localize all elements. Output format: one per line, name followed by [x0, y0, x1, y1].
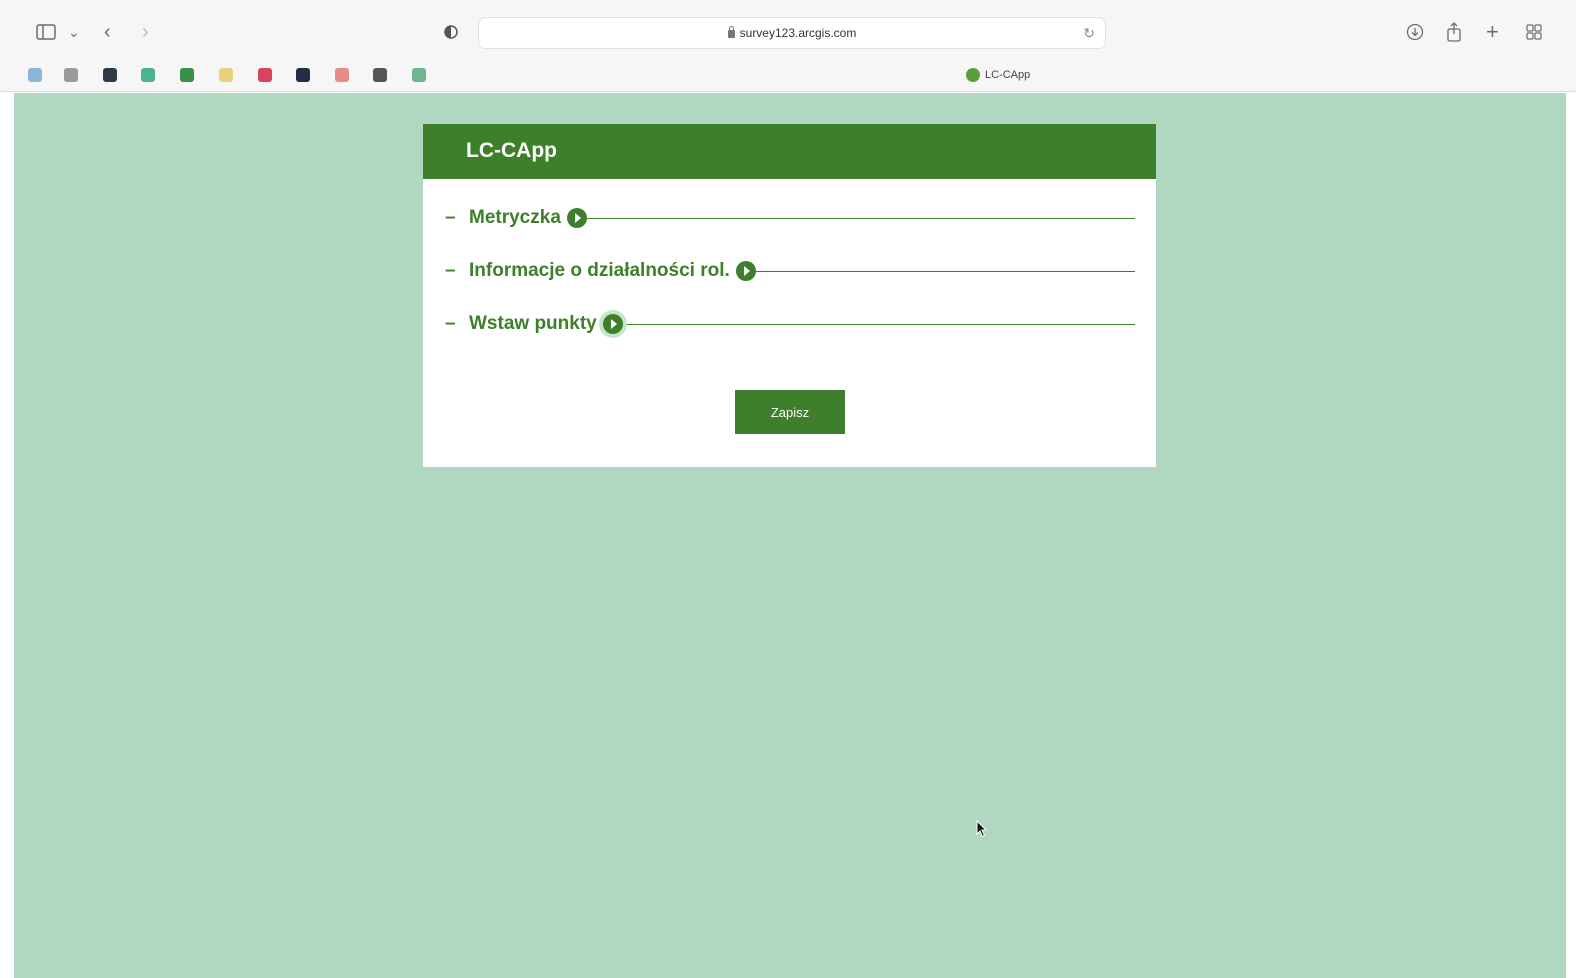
new-tab-icon[interactable]: + [1486, 20, 1499, 44]
collapse-icon[interactable]: – [445, 260, 469, 282]
group-label[interactable]: Metryczka [469, 207, 561, 229]
forward-icon[interactable]: › [142, 20, 149, 44]
bookmark-icon[interactable] [258, 68, 272, 82]
back-icon[interactable]: ‹ [104, 20, 111, 44]
divider [586, 217, 1135, 219]
bookmark-icon[interactable] [103, 68, 117, 82]
bookmark-icon[interactable] [180, 68, 194, 82]
share-icon[interactable] [1446, 20, 1462, 44]
divider [755, 270, 1135, 272]
bookmark-icon[interactable] [296, 68, 310, 82]
group-label[interactable]: Wstaw punkty [469, 313, 597, 335]
play-circle-icon[interactable] [602, 314, 623, 334]
survey-form: LC-CApp – Metryczka – Informacje o dział… [423, 124, 1156, 467]
url-text: survey123.arcgis.com [739, 26, 857, 40]
url-display: survey123.arcgis.com [479, 26, 1105, 40]
collapse-icon[interactable]: – [445, 313, 469, 335]
collapse-icon[interactable]: – [445, 207, 469, 229]
page-background: LC-CApp – Metryczka – Informacje o dział… [14, 93, 1566, 978]
mouse-cursor-icon [976, 820, 988, 838]
bookmark-icon[interactable] [219, 68, 233, 82]
save-button[interactable]: Zapisz [735, 390, 845, 434]
bookmarks-bar [0, 60, 1576, 92]
group-label[interactable]: Informacje o działalności rol. [469, 260, 730, 282]
bookmark-icon[interactable] [141, 68, 155, 82]
form-title: LC-CApp [466, 139, 557, 162]
group-informacje[interactable]: – Informacje o działalności rol. [445, 258, 1135, 284]
bookmark-icon[interactable] [412, 68, 426, 82]
sidebar-icon[interactable] [36, 20, 56, 44]
bookmark-icon[interactable] [64, 68, 78, 82]
lock-icon [727, 26, 735, 38]
group-metryczka[interactable]: – Metryczka [445, 205, 1135, 231]
tab-overview-icon[interactable] [1526, 20, 1542, 44]
play-circle-icon[interactable] [566, 208, 587, 228]
browser-toolbar: ⌄ ‹ › survey123.arcgis.com ↻ + [0, 0, 1576, 60]
bookmark-icon[interactable] [28, 68, 42, 82]
bookmark-icon[interactable] [335, 68, 349, 82]
play-circle-icon[interactable] [735, 261, 756, 281]
group-wstaw-punkty[interactable]: – Wstaw punkty [445, 311, 1135, 337]
reload-icon[interactable]: ↻ [1083, 25, 1095, 42]
privacy-shield-icon[interactable] [444, 20, 458, 44]
tab-title: LC-CApp [985, 69, 1031, 81]
download-icon[interactable] [1406, 20, 1424, 44]
active-tab[interactable]: LC-CApp [966, 68, 1030, 82]
address-bar[interactable]: survey123.arcgis.com ↻ [478, 17, 1106, 49]
divider [622, 323, 1135, 325]
chevron-down-icon[interactable]: ⌄ [68, 20, 80, 44]
favicon-icon [966, 68, 980, 82]
bookmark-icon[interactable] [373, 68, 387, 82]
form-header: LC-CApp [423, 124, 1156, 179]
